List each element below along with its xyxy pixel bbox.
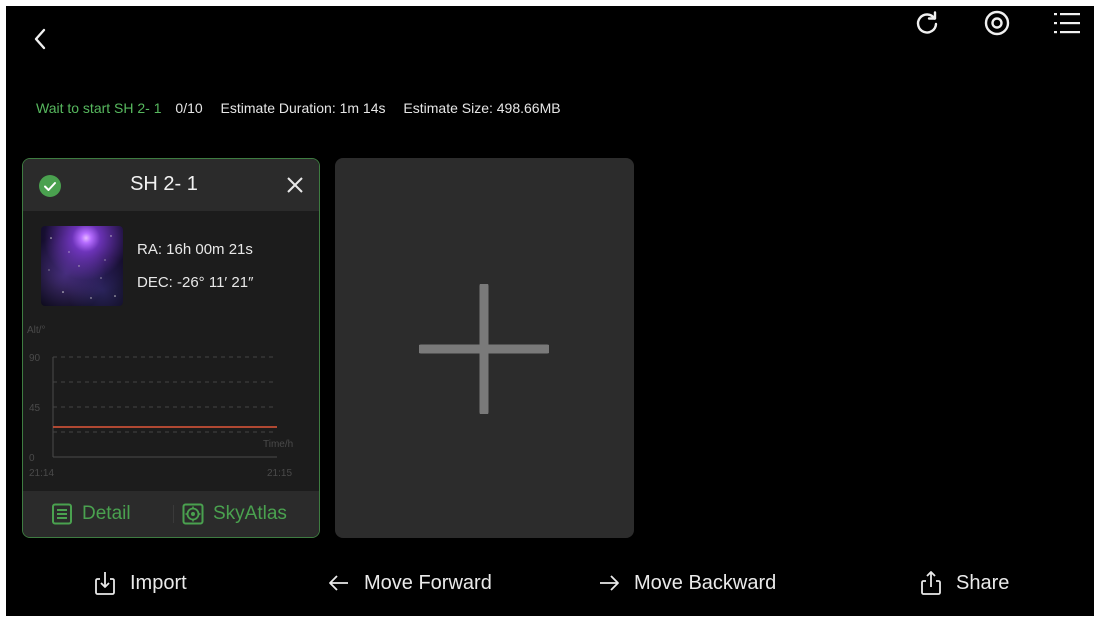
settings-icon	[984, 10, 1010, 36]
import-label: Import	[130, 571, 187, 594]
share-button[interactable]: Share	[918, 568, 1009, 598]
target-card-header: SH 2- 1	[23, 159, 319, 211]
refresh-icon	[916, 11, 938, 34]
altitude-chart: Alt/° 90 45 0 Time/h 21:14 21:15	[27, 325, 293, 479]
wait-status-text: Wait to start SH 2- 1	[36, 100, 162, 116]
skyatlas-button[interactable]: SkyAtlas	[182, 500, 287, 528]
declination: DEC: -26° 11′ 21″	[137, 274, 254, 291]
y-axis-label: Alt/°	[27, 325, 45, 336]
import-button[interactable]: Import	[92, 568, 187, 598]
estimate-duration: Estimate Duration: 1m 14s	[220, 100, 386, 116]
nebula-thumbnail	[41, 226, 123, 306]
detail-label: Detail	[82, 503, 131, 524]
target-card[interactable]: SH 2- 1 RA: 16h 00m 21s DEC: -26° 11′ 21…	[22, 158, 320, 538]
share-label: Share	[956, 571, 1010, 594]
back-button[interactable]	[26, 24, 54, 54]
estimate-size: Estimate Size: 498.66MB	[403, 100, 561, 116]
move-backward-button[interactable]: Move Backward	[596, 568, 776, 598]
x-tick-start: 21:14	[29, 468, 54, 479]
settings-button[interactable]	[980, 6, 1014, 40]
add-target-card[interactable]	[335, 158, 634, 538]
share-icon	[921, 571, 941, 595]
bottom-toolbar: Import Move Forward Move Backward Share	[6, 558, 1094, 608]
menu-button[interactable]	[1050, 6, 1084, 40]
y-tick-90: 90	[29, 353, 41, 364]
x-axis-label: Time/h	[263, 439, 293, 450]
plus-icon	[419, 284, 549, 414]
move-backward-label: Move Backward	[634, 571, 777, 594]
move-forward-button[interactable]: Move Forward	[326, 568, 492, 598]
detail-button[interactable]: Detail	[51, 500, 131, 528]
import-icon	[95, 572, 115, 595]
progress-count: 0/10	[175, 100, 203, 116]
arrow-right-icon	[600, 575, 619, 591]
target-locate-icon	[182, 503, 204, 525]
target-card-footer: Detail SkyAtlas	[23, 491, 319, 537]
y-tick-45: 45	[29, 403, 41, 414]
remove-target-button[interactable]	[283, 173, 307, 197]
app-screen: Wait to start SH 2- 1 0/10 Estimate Dura…	[6, 6, 1094, 616]
skyatlas-label: SkyAtlas	[213, 503, 287, 524]
right-ascension: RA: 16h 00m 21s	[137, 241, 253, 258]
close-icon	[287, 177, 303, 193]
chevron-left-icon	[34, 28, 46, 50]
footer-divider	[173, 505, 174, 523]
x-tick-end: 21:15	[267, 468, 292, 479]
plan-status-line: Wait to start SH 2- 1 0/10 Estimate Dura…	[36, 100, 575, 118]
document-icon	[52, 503, 72, 525]
arrow-left-icon	[329, 575, 348, 591]
top-bar	[6, 6, 1094, 72]
y-tick-0: 0	[29, 453, 35, 464]
move-forward-label: Move Forward	[364, 571, 492, 594]
target-title: SH 2- 1	[130, 173, 198, 195]
list-icon	[1054, 13, 1080, 34]
refresh-button[interactable]	[910, 6, 944, 40]
